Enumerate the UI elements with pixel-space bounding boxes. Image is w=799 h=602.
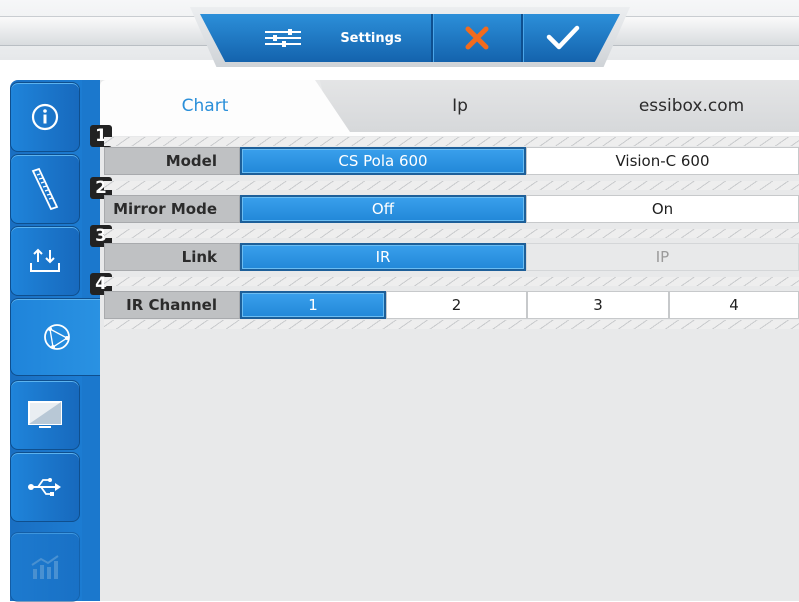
row-separator — [104, 137, 799, 146]
model-option-cs-pola-600[interactable]: CS Pola 600 — [240, 147, 526, 175]
statistics-icon — [31, 555, 59, 579]
tab-label: essibox.com — [638, 96, 745, 116]
model-label: Model — [104, 147, 240, 175]
ir-channel-option-4[interactable]: 4 — [669, 291, 799, 319]
sidebar-item-ruler[interactable] — [10, 154, 80, 224]
tab-chart[interactable]: Chart — [100, 80, 350, 132]
model-row: Model CS Pola 600 Vision-C 600 — [104, 147, 799, 175]
row-separator — [104, 277, 799, 286]
tab-underline — [100, 132, 799, 136]
network-icon — [43, 324, 70, 350]
row-separator — [104, 181, 799, 190]
sidebar-item-network[interactable] — [10, 298, 102, 376]
mirror-mode-option-off[interactable]: Off — [240, 195, 526, 223]
link-label: Link — [104, 243, 240, 271]
check-icon — [546, 25, 580, 50]
mirror-mode-label: Mirror Mode — [104, 195, 240, 223]
model-option-vision-c-600[interactable]: Vision-C 600 — [526, 147, 799, 175]
mirror-mode-option-on[interactable]: On — [526, 195, 799, 223]
sliders-icon — [255, 14, 311, 62]
info-icon — [31, 103, 59, 131]
ir-channel-row: IR Channel 1 2 3 4 — [104, 291, 799, 319]
sidebar-item-statistics[interactable] — [10, 532, 80, 602]
transfer-icon — [30, 248, 60, 272]
cancel-button[interactable] — [433, 14, 521, 62]
row-separator — [104, 320, 799, 329]
settings-title: Settings — [340, 30, 402, 46]
ir-channel-option-2[interactable]: 2 — [386, 291, 527, 319]
row-separator — [104, 229, 799, 238]
usb-icon — [28, 478, 61, 496]
ruler-icon — [31, 167, 59, 211]
sidebar-item-display[interactable] — [10, 380, 80, 450]
ir-channel-label: IR Channel — [104, 291, 240, 319]
tab-bar: essibox.com Ip Chart — [100, 80, 799, 132]
ir-channel-option-1[interactable]: 1 — [240, 291, 386, 319]
display-icon — [28, 401, 62, 428]
link-option-ip: IP — [526, 243, 799, 271]
sidebar-item-transfer[interactable] — [10, 226, 80, 296]
sidebar-item-usb[interactable] — [10, 452, 80, 522]
close-icon — [465, 26, 489, 50]
confirm-button[interactable] — [523, 14, 603, 62]
mirror-mode-row: Mirror Mode Off On — [104, 195, 799, 223]
settings-title-area: Settings — [311, 14, 431, 62]
link-option-ir[interactable]: IR — [240, 243, 526, 271]
sidebar-item-info[interactable] — [10, 82, 80, 152]
top-toolbar: Settings — [200, 14, 620, 62]
link-row: Link IR IP — [104, 243, 799, 271]
ir-channel-option-3[interactable]: 3 — [527, 291, 669, 319]
tab-label: Chart — [181, 96, 229, 116]
tab-label: Ip — [452, 96, 468, 116]
